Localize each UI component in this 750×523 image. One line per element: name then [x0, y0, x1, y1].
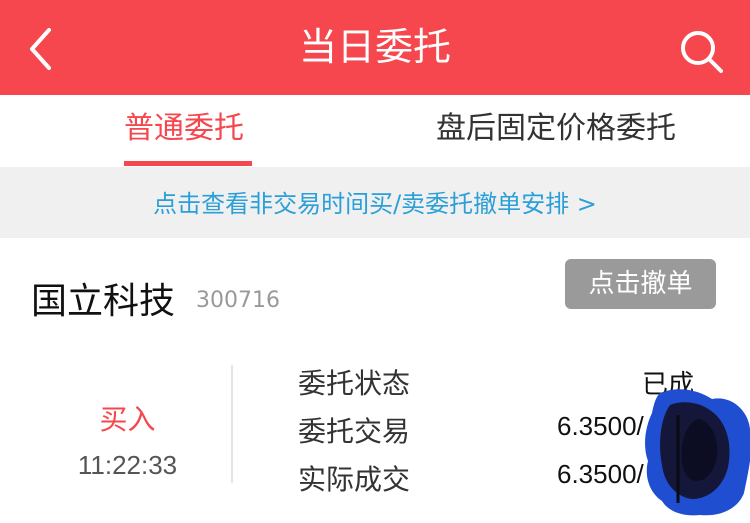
active-tab-indicator — [124, 161, 252, 166]
stock-name: 国立科技 — [31, 281, 176, 322]
actual-deal-label: 实际成交 — [298, 463, 411, 496]
order-price-label: 委托交易 — [298, 415, 411, 448]
app-header: 当日委托 — [0, 0, 750, 95]
order-status-label: 委托状态 — [298, 367, 411, 400]
search-button[interactable] — [675, 25, 727, 77]
order-price-value: 6.3500/ — [557, 411, 644, 441]
tab-bar: 普通委托 盘后固定价格委托 — [0, 95, 750, 167]
actual-deal-value: 6.3500/ — [557, 459, 644, 489]
search-icon — [681, 31, 723, 73]
cancel-order-button[interactable]: 点击撤单 — [565, 259, 716, 309]
non-trading-hours-notice-link[interactable]: 点击查看非交易时间买/卖委托撤单安排 > — [0, 167, 750, 238]
redaction-scribble — [640, 385, 750, 519]
vertical-divider — [231, 365, 233, 483]
order-side-label: 买入 — [99, 403, 156, 436]
stock-code: 300716 — [196, 288, 280, 313]
page-title: 当日委托 — [298, 25, 451, 69]
tab-after-hours-fixed-price-order[interactable]: 盘后固定价格委托 — [436, 95, 676, 167]
order-time: 11:22:33 — [77, 450, 178, 480]
tab-normal-order[interactable]: 普通委托 — [124, 95, 244, 167]
